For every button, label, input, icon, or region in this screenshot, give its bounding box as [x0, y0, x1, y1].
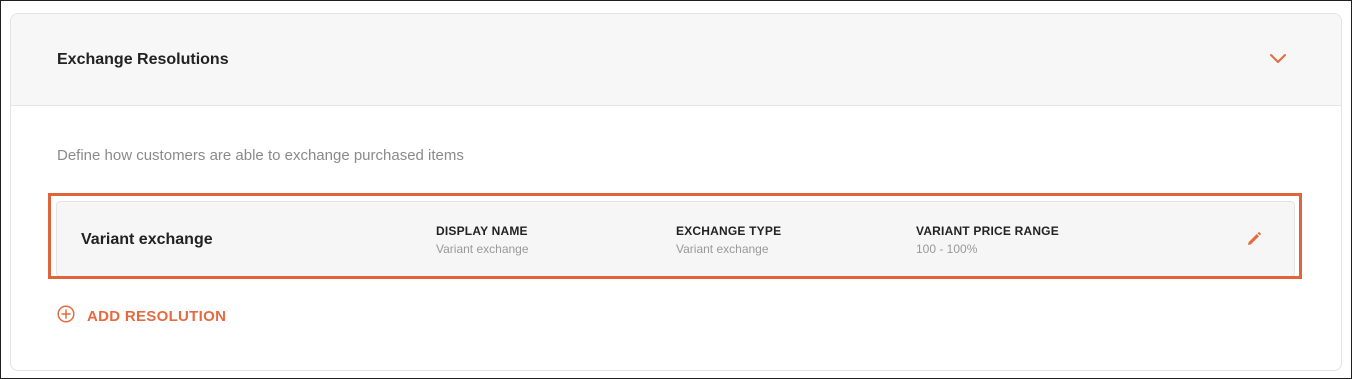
section-title: Exchange Resolutions [57, 51, 229, 68]
add-resolution-label: ADD RESOLUTION [87, 308, 227, 325]
row-highlight-outline [48, 193, 1302, 279]
screenshot-frame: Exchange Resolutions Define how customer… [0, 0, 1352, 379]
section-description: Define how customers are able to exchang… [57, 147, 464, 164]
chevron-down-icon[interactable] [1269, 52, 1287, 64]
card-header[interactable]: Exchange Resolutions [11, 14, 1341, 106]
add-resolution-button[interactable]: ADD RESOLUTION [57, 305, 226, 328]
plus-circle-icon [57, 305, 75, 328]
exchange-resolutions-card: Exchange Resolutions Define how customer… [10, 13, 1342, 371]
